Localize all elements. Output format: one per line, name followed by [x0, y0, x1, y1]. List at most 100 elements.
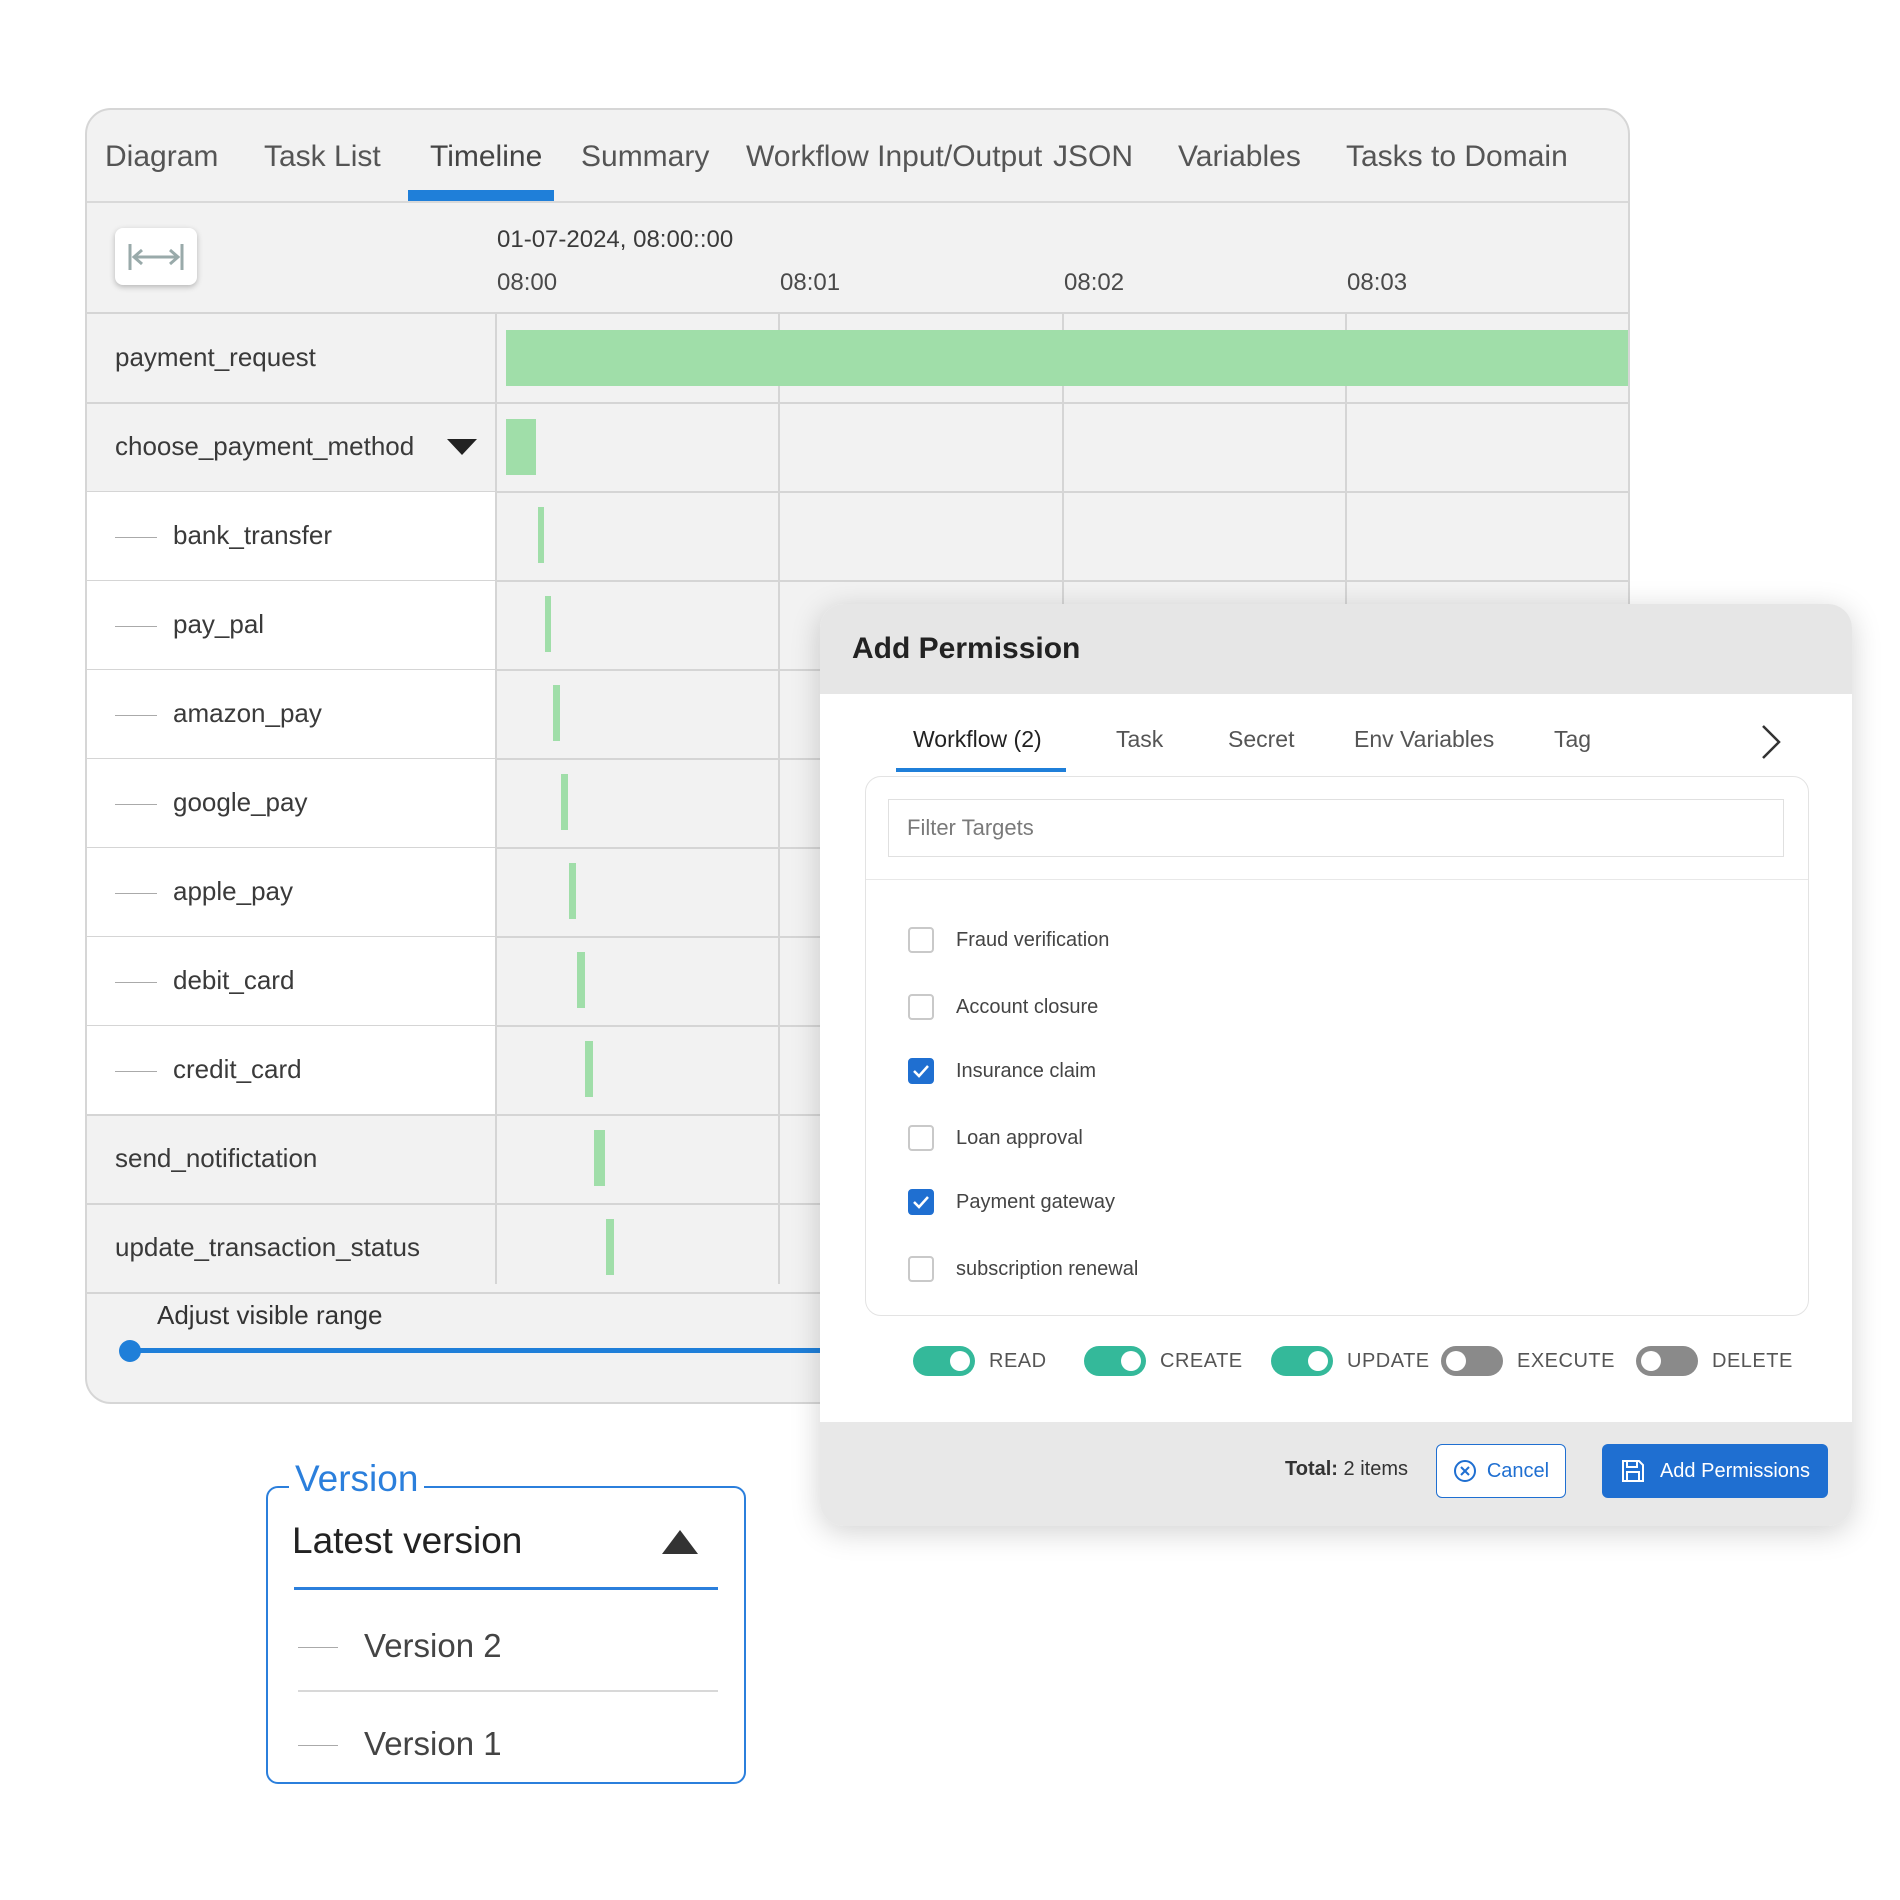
- version-option-label: Version 2: [364, 1627, 502, 1664]
- target-item[interactable]: Account closure: [908, 990, 1098, 1024]
- tab-json[interactable]: JSON: [1053, 140, 1133, 174]
- toggle-switch[interactable]: [1084, 1346, 1146, 1376]
- toggle-read[interactable]: READ: [913, 1346, 1047, 1376]
- version-option-label: Version 1: [364, 1725, 502, 1762]
- toggle-create[interactable]: CREATE: [1084, 1346, 1243, 1376]
- toggle-switch[interactable]: [913, 1346, 975, 1376]
- target-label: subscription renewal: [956, 1257, 1139, 1280]
- checkbox[interactable]: [908, 994, 934, 1020]
- divider: [866, 879, 1808, 880]
- tree-connector: [115, 982, 157, 983]
- toggle-delete[interactable]: DELETE: [1636, 1346, 1793, 1376]
- target-item[interactable]: Fraud verification: [908, 923, 1109, 957]
- toggle-label: DELETE: [1712, 1349, 1793, 1372]
- range-label: Adjust visible range: [157, 1300, 383, 1330]
- task-label: pay_pal: [173, 609, 265, 639]
- version-option[interactable]: Version 2: [298, 1611, 720, 1681]
- caret-down-icon[interactable]: [447, 439, 477, 457]
- target-item[interactable]: Payment gateway: [908, 1185, 1115, 1219]
- timeline-bar[interactable]: [594, 1130, 605, 1186]
- tree-connector: [115, 804, 157, 805]
- modal-title: Add Permission: [852, 632, 1081, 665]
- time-tick: 08:03: [1347, 269, 1408, 296]
- timeline-bar[interactable]: [553, 685, 560, 741]
- tree-connector: [115, 715, 157, 716]
- caret-up-icon[interactable]: [662, 1530, 698, 1554]
- tab-timeline[interactable]: Timeline: [430, 140, 542, 174]
- add-permissions-button[interactable]: Add Permissions: [1602, 1444, 1828, 1498]
- total-label: Total:: [1285, 1458, 1338, 1480]
- timeline-bar[interactable]: [569, 863, 576, 919]
- tab-diagram[interactable]: Diagram: [105, 140, 218, 174]
- target-label: Fraud verification: [956, 928, 1110, 951]
- chevron-right-icon[interactable]: [1755, 722, 1785, 762]
- toggle-label: CREATE: [1160, 1349, 1243, 1372]
- filter-targets-input[interactable]: [888, 799, 1784, 857]
- toggle-switch[interactable]: [1441, 1346, 1503, 1376]
- version-option[interactable]: Version 1: [298, 1709, 720, 1779]
- toggle-switch[interactable]: [1271, 1346, 1333, 1376]
- fit-to-width-button[interactable]: [115, 228, 197, 285]
- task-row[interactable]: bank_transfer: [87, 492, 1628, 582]
- timeline-bar[interactable]: [506, 419, 536, 475]
- task-label: google_pay: [173, 787, 308, 817]
- task-row[interactable]: choose_payment_method: [87, 403, 1628, 493]
- target-label: Account closure: [956, 995, 1099, 1018]
- checkbox[interactable]: [908, 927, 934, 953]
- tree-connector: [115, 626, 157, 627]
- cancel-label: Cancel: [1486, 1459, 1550, 1482]
- cancel-circle-icon: [1453, 1460, 1476, 1482]
- timeline-bar[interactable]: [561, 774, 568, 830]
- tab-workflow-input-output[interactable]: Workflow Input/Output: [746, 140, 1042, 174]
- version-legend: Version: [289, 1458, 425, 1500]
- toggle-execute[interactable]: EXECUTE: [1441, 1346, 1615, 1376]
- target-item[interactable]: Insurance claim: [908, 1054, 1096, 1088]
- total-count: Total: 2 items: [1285, 1458, 1408, 1481]
- version-selected-value[interactable]: Latest version: [292, 1520, 522, 1562]
- toggle-update[interactable]: UPDATE: [1271, 1346, 1430, 1376]
- grid-line: [778, 312, 780, 1284]
- time-tick: 08:00: [497, 269, 558, 296]
- target-item[interactable]: Loan approval: [908, 1121, 1083, 1155]
- cancel-button[interactable]: Cancel: [1436, 1444, 1566, 1498]
- fit-width-icon: [128, 243, 184, 270]
- tab-summary[interactable]: Summary: [581, 140, 709, 174]
- active-tab-indicator: [408, 190, 554, 201]
- checkmark-icon: [913, 1196, 929, 1209]
- checkbox[interactable]: [908, 1256, 934, 1282]
- time-tick: 08:02: [1064, 269, 1125, 296]
- task-label: amazon_pay: [173, 698, 322, 728]
- timeline-bar[interactable]: [538, 507, 544, 563]
- tree-connector: [298, 1745, 338, 1746]
- timeline-bar[interactable]: [506, 330, 1628, 386]
- save-icon: [1621, 1460, 1644, 1482]
- add-permissions-label: Add Permissions: [1659, 1459, 1811, 1482]
- tab-workflow[interactable]: Workflow (2): [913, 726, 1042, 753]
- tab-variables[interactable]: Variables: [1178, 140, 1301, 174]
- tab-tag[interactable]: Tag: [1554, 726, 1591, 753]
- range-slider-handle[interactable]: [119, 1340, 141, 1362]
- add-permission-modal: Add Permission Workflow (2) Task Secret …: [820, 604, 1852, 1526]
- target-item[interactable]: subscription renewal: [908, 1252, 1138, 1286]
- checkbox[interactable]: [908, 1125, 934, 1151]
- time-tick: 08:01: [780, 269, 841, 296]
- total-value: 2 items: [1343, 1458, 1408, 1480]
- tree-connector: [298, 1647, 338, 1648]
- timeline-bar[interactable]: [606, 1219, 614, 1275]
- tab-task[interactable]: Task: [1116, 726, 1163, 753]
- tab-task-list[interactable]: Task List: [264, 140, 381, 174]
- checkbox-checked[interactable]: [908, 1189, 934, 1215]
- task-label: choose_payment_method: [115, 431, 415, 461]
- tab-env-variables[interactable]: Env Variables: [1354, 726, 1494, 753]
- tab-secret[interactable]: Secret: [1228, 726, 1294, 753]
- task-label: send_notifictation: [115, 1143, 318, 1173]
- target-label: Payment gateway: [956, 1190, 1115, 1213]
- timeline-bar[interactable]: [585, 1041, 593, 1097]
- toggle-switch[interactable]: [1636, 1346, 1698, 1376]
- tab-tasks-to-domain[interactable]: Tasks to Domain: [1346, 140, 1568, 174]
- tab-bar: Diagram Task List Timeline Summary Workf…: [87, 110, 1628, 203]
- checkbox-checked[interactable]: [908, 1058, 934, 1084]
- timeline-bar[interactable]: [577, 952, 585, 1008]
- timeline-bar[interactable]: [545, 596, 551, 652]
- target-label: Insurance claim: [956, 1059, 1097, 1082]
